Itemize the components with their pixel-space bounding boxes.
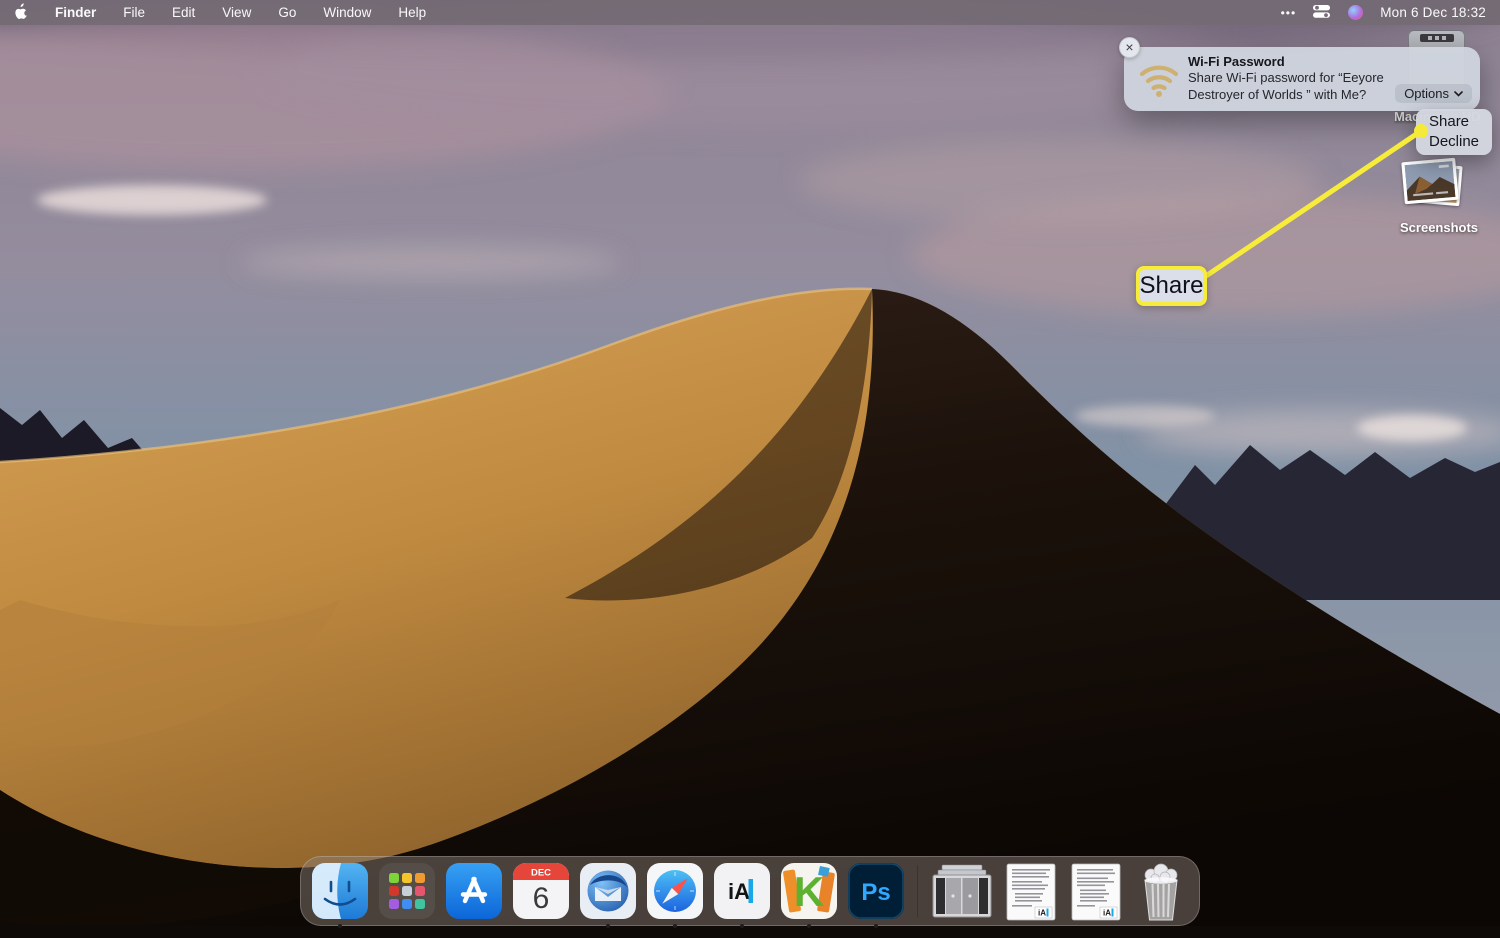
dock-kiwix-icon[interactable]: K xyxy=(781,863,837,919)
photoshop-letters: Ps xyxy=(861,879,890,906)
options-button[interactable]: Options xyxy=(1395,84,1472,103)
wifi-password-notification[interactable]: Wi-Fi Password Share Wi-Fi password for … xyxy=(1124,47,1480,111)
wifi-icon xyxy=(1136,57,1182,99)
screenshots-label: Screenshots xyxy=(1400,220,1464,235)
menu-item-share[interactable]: Share xyxy=(1416,112,1492,132)
ellipsis-icon[interactable]: ••• xyxy=(1281,6,1297,20)
hd-connector xyxy=(1420,34,1454,42)
dock-photoshop-icon[interactable]: Ps xyxy=(848,863,904,919)
dock-trash-icon[interactable] xyxy=(1134,863,1188,919)
dock-minimized-document-2[interactable]: iA xyxy=(1069,863,1123,919)
chevron-down-icon xyxy=(1454,91,1463,97)
dock-thunderbird-icon[interactable] xyxy=(580,863,636,919)
dock-minimized-document-1[interactable]: iA xyxy=(1004,863,1058,919)
desktop-wallpaper-art xyxy=(0,0,1500,938)
kiwix-letter: K xyxy=(794,868,824,915)
calendar-day: 6 xyxy=(533,882,550,915)
menu-view[interactable]: View xyxy=(222,5,251,20)
ia-writer-letters: iA xyxy=(728,879,750,904)
options-label: Options xyxy=(1404,86,1449,101)
dock: DEC 6 xyxy=(300,856,1200,926)
menu-help[interactable]: Help xyxy=(398,5,426,20)
notification-title: Wi-Fi Password xyxy=(1188,54,1420,69)
apple-menu[interactable] xyxy=(14,3,28,22)
dock-separator xyxy=(917,865,918,917)
options-dropdown-menu: Share Decline xyxy=(1416,109,1492,155)
calendar-month: DEC xyxy=(531,868,551,879)
doc-ia-badge: iA xyxy=(1038,909,1046,918)
menu-go[interactable]: Go xyxy=(278,5,296,20)
dock-safari-icon[interactable] xyxy=(647,863,703,919)
menu-app-name[interactable]: Finder xyxy=(55,5,96,20)
siri-icon[interactable] xyxy=(1348,5,1363,20)
menu-window[interactable]: Window xyxy=(323,5,371,20)
dock-launchpad-icon[interactable] xyxy=(379,863,435,919)
dock-calendar-icon[interactable]: DEC 6 xyxy=(513,863,569,919)
dock-app-store-icon[interactable] xyxy=(446,863,502,919)
menu-bar: Finder File Edit View Go Window Help •••… xyxy=(0,0,1500,25)
notification-body: Share Wi-Fi password for “Eeyore Destroy… xyxy=(1188,70,1420,104)
notification-close-button[interactable]: × xyxy=(1119,37,1140,58)
doc-ia-badge: iA xyxy=(1103,909,1111,918)
screenshots-folder[interactable]: Screenshots xyxy=(1400,158,1464,235)
apple-logo-icon xyxy=(14,3,28,19)
menu-file[interactable]: File xyxy=(123,5,145,20)
menu-edit[interactable]: Edit xyxy=(172,5,195,20)
menu-item-decline[interactable]: Decline xyxy=(1416,132,1492,152)
photo-stack-icon xyxy=(1402,158,1462,208)
dock-minimized-window[interactable] xyxy=(931,863,993,919)
control-center-icon[interactable] xyxy=(1313,5,1331,21)
dock-finder-icon[interactable] xyxy=(312,863,368,919)
share-callout-label: Share xyxy=(1139,272,1203,300)
share-callout: Share xyxy=(1136,266,1207,306)
close-icon: × xyxy=(1125,39,1133,55)
dock-ia-writer-icon[interactable]: iA xyxy=(714,863,770,919)
menu-bar-clock[interactable]: Mon 6 Dec 18:32 xyxy=(1380,5,1486,20)
